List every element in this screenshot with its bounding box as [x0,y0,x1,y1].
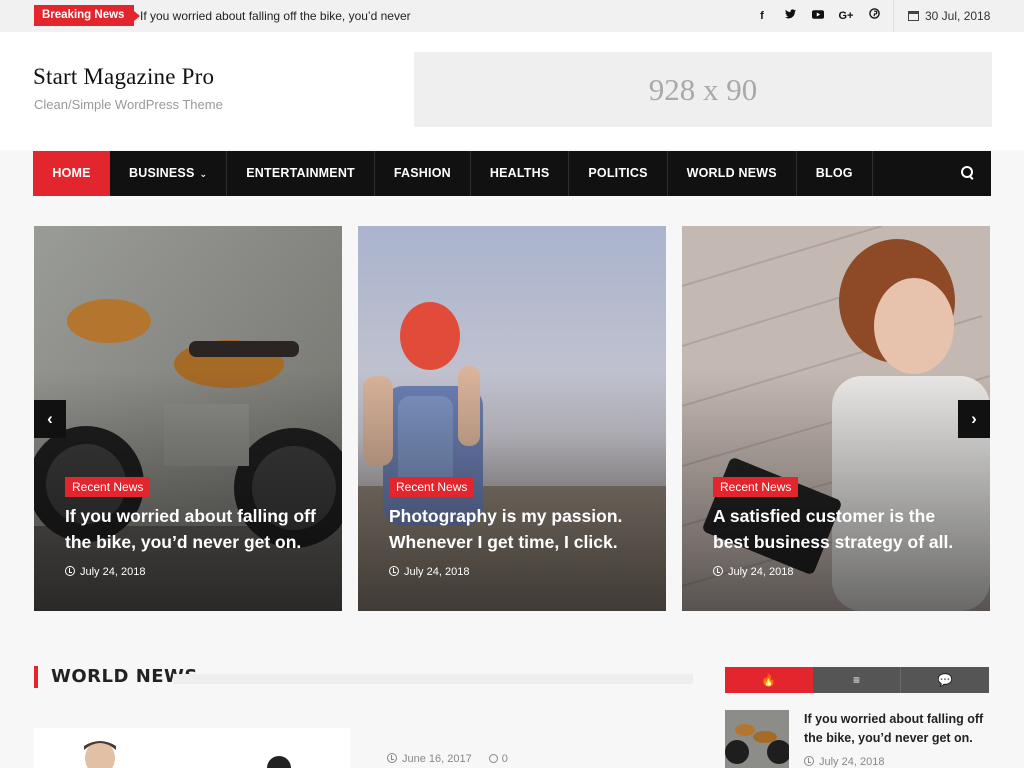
slider-prev-button[interactable]: ‹ [34,400,66,438]
slide-date-text: July 24, 2018 [404,566,470,578]
slider-next-button[interactable]: › [958,400,990,438]
nav-item-politics[interactable]: POLITICS [569,151,668,196]
sidebar-tabs: 🔥 ≡ 💬 [725,667,990,693]
section-divider [173,674,693,684]
nav-item-blog[interactable]: BLOG [797,151,873,196]
nav-item-business[interactable]: BUSINESS ⌄ [110,151,228,196]
sidebar-post-title[interactable]: If you worried about falling off the bik… [804,710,984,748]
slide-date-text: July 24, 2018 [728,566,794,578]
category-badge[interactable]: Recent News [389,477,475,497]
pinterest-icon[interactable] [860,6,888,26]
slide-title[interactable]: Photography is my passion. Whenever I ge… [389,503,649,555]
site-header: Start Magazine Pro Clean/Simple WordPres… [0,32,1024,150]
slide-card[interactable]: Recent News A satisfied customer is the … [682,226,990,611]
facebook-icon[interactable]: f [748,6,776,26]
clock-icon [389,566,399,576]
post-date: June 16, 2017 [402,753,472,765]
nav-item-label: BUSINESS [129,166,195,180]
search-icon[interactable] [961,166,975,180]
tab-recent[interactable]: ≡ [812,667,902,693]
sidebar-post-date: July 24, 2018 [804,756,884,768]
breaking-news-label: Breaking News [34,5,141,26]
nav-item-fashion[interactable]: FASHION [375,151,471,196]
sidebar-post-date-text: July 24, 2018 [819,756,885,768]
clock-icon [387,753,397,763]
current-date: 30 Jul, 2018 [893,0,990,32]
list-icon: ≡ [853,673,861,687]
slide-title[interactable]: If you worried about falling off the bik… [65,503,325,555]
slide-title[interactable]: A satisfied customer is the best busines… [713,503,973,555]
main-nav: HOME BUSINESS ⌄ ENTERTAINMENT FASHION HEA… [33,151,991,196]
comment-count[interactable]: 0 [502,753,508,765]
tab-popular[interactable]: 🔥 [725,667,813,693]
current-date-text: 30 Jul, 2018 [925,9,991,23]
chevron-down-icon: ⌄ [199,169,208,179]
nav-item-healths[interactable]: HEALTHS [471,151,570,196]
clock-icon [804,756,814,766]
clock-icon [65,566,75,576]
tab-comments[interactable]: 💬 [901,667,990,693]
comment-icon: 💬 [937,673,953,687]
calendar-icon [908,11,919,21]
youtube-icon[interactable] [804,6,832,26]
motorcycle-image [725,710,789,768]
comment-icon [488,754,498,763]
slide-date: July 24, 2018 [389,566,469,578]
slide-date: July 24, 2018 [65,566,145,578]
google-plus-icon[interactable]: G+ [832,6,860,26]
slide-date-text: July 24, 2018 [80,566,146,578]
category-badge[interactable]: Recent News [713,477,799,497]
nav-item-entertainment[interactable]: ENTERTAINMENT [227,151,375,196]
slide-card[interactable]: Recent News Photography is my passion. W… [358,226,666,611]
man-portrait-image [34,728,350,768]
top-bar: Breaking News If you worried about falli… [0,0,1024,32]
slide-date: July 24, 2018 [713,566,793,578]
nav-item-world-news[interactable]: WORLD NEWS [668,151,797,196]
world-news-post-meta: June 16, 2017 0 [387,753,508,765]
category-badge[interactable]: Recent News [65,477,151,497]
header-ad-banner[interactable]: 928 x 90 [414,52,992,127]
site-title[interactable]: Start Magazine Pro [33,64,214,90]
nav-item-home[interactable]: HOME [33,151,110,196]
twitter-icon[interactable] [776,6,804,26]
world-news-thumbnail[interactable] [34,728,350,768]
social-links: f G+ [748,6,888,26]
breaking-news-ticker[interactable]: If you worried about falling off the bik… [140,9,411,23]
fire-icon: 🔥 [761,673,777,687]
clock-icon [713,566,723,576]
site-tagline: Clean/Simple WordPress Theme [34,97,223,112]
sidebar-post-thumbnail[interactable] [725,710,789,768]
slide-card[interactable]: Recent News If you worried about falling… [34,226,342,611]
